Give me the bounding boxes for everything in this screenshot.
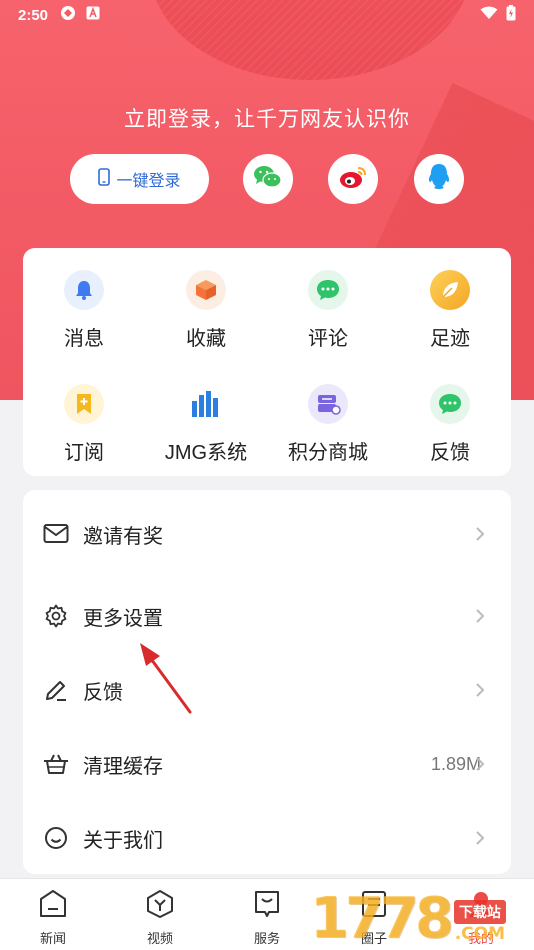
envelope-icon xyxy=(43,521,69,547)
grid-label: 收藏 xyxy=(186,328,226,350)
qq-login-button[interactable] xyxy=(414,154,464,204)
list-item-label: 清理缓存 xyxy=(83,755,163,778)
smiley-icon xyxy=(43,825,69,851)
grid-label: 消息 xyxy=(64,328,104,350)
chevron-right-icon xyxy=(475,608,485,629)
tab-video[interactable]: 视频 xyxy=(107,879,213,950)
grid-item-subscriptions[interactable]: 订阅 xyxy=(23,362,145,476)
list-item-label: 更多设置 xyxy=(83,607,163,630)
grid-label: JMG系统 xyxy=(164,442,248,464)
phone-icon xyxy=(98,167,111,191)
grid-item-history[interactable]: 足迹 xyxy=(389,248,511,362)
chevron-right-icon xyxy=(475,682,485,703)
chat-bubble-icon xyxy=(308,270,348,310)
list-item-label: 反馈 xyxy=(83,681,123,704)
one-click-login-button[interactable]: 一键登录 xyxy=(70,154,209,204)
feature-grid: 消息 收藏 评论 足迹 订阅 JMG系统 积分商城 反馈 xyxy=(23,248,511,476)
gear-icon xyxy=(43,603,69,629)
service-icon xyxy=(252,889,282,924)
grid-label: 评论 xyxy=(308,328,348,350)
annotation-arrow xyxy=(130,636,196,723)
tab-service[interactable]: 服务 xyxy=(214,879,320,950)
watermark-badge: 下载站 xyxy=(453,900,506,924)
weibo-login-button[interactable] xyxy=(328,154,378,204)
watermark-number: 1778 xyxy=(310,886,454,950)
grid-label: 订阅 xyxy=(64,442,104,464)
app-notification-icon xyxy=(60,5,76,25)
status-bar: 2:50 xyxy=(0,0,534,30)
chevron-right-icon xyxy=(475,756,485,777)
list-item-feedback[interactable]: 反馈 xyxy=(23,660,511,720)
wechat-icon xyxy=(253,164,283,195)
list-item-more-settings[interactable]: 更多设置 xyxy=(23,586,511,646)
grid-item-points-mall[interactable]: 积分商城 xyxy=(267,362,389,476)
grid-item-messages[interactable]: 消息 xyxy=(23,248,145,362)
pencil-icon xyxy=(43,677,69,703)
login-prompt[interactable]: 立即登录，让千万网友认识你 xyxy=(0,103,534,133)
video-icon xyxy=(145,889,175,924)
tab-label: 视频 xyxy=(146,931,173,946)
settings-list: 邀请有奖 更多设置 反馈 清理缓存 1.89M 关于我们 xyxy=(23,490,511,874)
grid-item-comments[interactable]: 评论 xyxy=(267,248,389,362)
list-item-invite[interactable]: 邀请有奖 xyxy=(23,504,511,564)
box-icon xyxy=(186,270,226,310)
status-time: 2:50 xyxy=(18,6,49,24)
battery-icon xyxy=(506,5,516,25)
one-click-login-label: 一键登录 xyxy=(116,173,181,190)
chevron-right-icon xyxy=(475,526,485,547)
list-item-label: 邀请有奖 xyxy=(83,525,163,548)
weibo-icon xyxy=(338,164,368,195)
news-icon xyxy=(38,889,68,924)
grid-item-jmg-system[interactable]: JMG系统 xyxy=(145,362,267,476)
grid-label: 足迹 xyxy=(430,328,470,350)
bell-icon xyxy=(64,270,104,310)
text-a-icon xyxy=(86,6,100,24)
grid-label: 积分商城 xyxy=(288,442,368,464)
tab-news[interactable]: 新闻 xyxy=(0,879,106,950)
tab-label: 新闻 xyxy=(39,931,66,946)
grid-item-favorites[interactable]: 收藏 xyxy=(145,248,267,362)
grid-label: 反馈 xyxy=(430,442,470,464)
points-mall-icon xyxy=(308,384,348,424)
basket-icon xyxy=(43,751,69,777)
list-item-about-us[interactable]: 关于我们 xyxy=(23,808,511,868)
cache-size-value: 1.89M xyxy=(430,753,481,774)
watermark-domain: .COM xyxy=(454,924,506,944)
tab-label: 服务 xyxy=(253,931,280,946)
list-item-clear-cache[interactable]: 清理缓存 1.89M xyxy=(23,734,511,794)
wechat-login-button[interactable] xyxy=(243,154,293,204)
bookmark-icon xyxy=(64,384,104,424)
bar-chart-icon xyxy=(186,384,226,424)
list-item-label: 关于我们 xyxy=(83,829,163,852)
feedback-bubble-icon xyxy=(430,384,470,424)
chevron-right-icon xyxy=(475,830,485,851)
site-watermark: 1778 下载站 .COM xyxy=(310,884,534,950)
leaf-icon xyxy=(430,270,470,310)
wifi-icon xyxy=(480,6,498,24)
qq-icon xyxy=(427,163,451,196)
grid-item-feedback[interactable]: 反馈 xyxy=(389,362,511,476)
